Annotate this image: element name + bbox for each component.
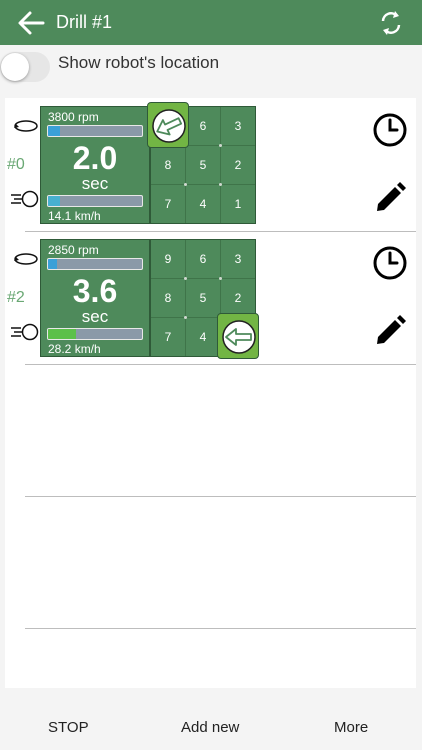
- interval-unit: sec: [81, 174, 109, 193]
- grid-dot: [219, 144, 222, 147]
- drill-row[interactable]: #2 2850 rpm 3.6 sec 28.2 km/h 96385274: [5, 231, 416, 363]
- grid-cell[interactable]: 1: [221, 185, 255, 223]
- shot-target-marker[interactable]: [147, 102, 189, 148]
- back-arrow-icon[interactable]: [16, 8, 46, 38]
- grid-dot: [184, 183, 187, 186]
- add-new-button[interactable]: Add new: [181, 719, 239, 736]
- interval-value: 2.0: [72, 140, 118, 176]
- grid-dot: [219, 183, 222, 186]
- grid-cell[interactable]: 4: [186, 185, 220, 223]
- grid-dot: [184, 277, 187, 280]
- spin-icon: [14, 120, 38, 132]
- speed-value: 28.2 km/h: [48, 342, 101, 356]
- drill-card[interactable]: 3800 rpm 2.0 sec 14.1 km/h: [40, 106, 150, 224]
- row-divider: [25, 364, 416, 365]
- grid-cell[interactable]: 2: [221, 146, 255, 184]
- rpm-bar: [47, 125, 143, 137]
- toggle-knob: [1, 53, 29, 81]
- grid-dot: [219, 277, 222, 280]
- grid-cell[interactable]: 3: [221, 107, 255, 145]
- grid-cell[interactable]: 9: [151, 240, 185, 278]
- grid-cell[interactable]: 5: [186, 146, 220, 184]
- show-location-toggle[interactable]: [0, 52, 50, 82]
- grid-cell[interactable]: 2: [221, 279, 255, 317]
- grid-cell[interactable]: 6: [186, 107, 220, 145]
- show-location-row: Show robot's location: [0, 47, 422, 87]
- rpm-value: 3800 rpm: [48, 110, 99, 124]
- drill-id: #0: [7, 156, 25, 173]
- interval-unit: sec: [81, 307, 109, 326]
- target-grid[interactable]: 96385274: [150, 239, 259, 359]
- target-grid[interactable]: 63852741: [147, 102, 256, 224]
- grid-cell[interactable]: 3: [221, 240, 255, 278]
- row-divider: [25, 628, 416, 629]
- grid-cell[interactable]: 4: [186, 318, 220, 356]
- drill-list: #0 3800 rpm 2.0 sec 14.1 km/h 63852741 #…: [5, 98, 416, 688]
- edit-pencil-icon[interactable]: [374, 182, 406, 214]
- stop-button[interactable]: STOP: [48, 719, 89, 736]
- shot-target-marker[interactable]: [217, 313, 259, 359]
- drill-card[interactable]: 2850 rpm 3.6 sec 28.2 km/h: [40, 239, 150, 357]
- ball-speed-icon: [11, 323, 39, 341]
- speed-bar: [47, 195, 143, 207]
- arrow-left-icon: [152, 109, 186, 143]
- grid-cell[interactable]: 7: [151, 318, 185, 356]
- grid-cell[interactable]: 5: [186, 279, 220, 317]
- rpm-value: 2850 rpm: [48, 243, 99, 257]
- grid-cell[interactable]: 8: [151, 146, 185, 184]
- grid-cell[interactable]: 7: [151, 185, 185, 223]
- drill-id: #2: [7, 289, 25, 306]
- ball-speed-icon: [11, 190, 39, 208]
- speed-value: 14.1 km/h: [48, 209, 101, 223]
- grid-dot: [184, 316, 187, 319]
- drill-row[interactable]: #0 3800 rpm 2.0 sec 14.1 km/h 63852741: [5, 98, 416, 230]
- app-bar: Drill #1: [0, 0, 422, 45]
- page-title: Drill #1: [56, 12, 113, 32]
- more-button[interactable]: More: [334, 719, 368, 736]
- arrow-left-icon: [222, 320, 256, 354]
- refresh-icon[interactable]: [376, 8, 406, 38]
- rpm-bar: [47, 258, 143, 270]
- clock-icon[interactable]: [372, 112, 408, 148]
- interval-value: 3.6: [72, 273, 118, 309]
- clock-icon[interactable]: [372, 245, 408, 281]
- show-location-label: Show robot's location: [58, 53, 220, 72]
- bottom-toolbar: STOP Add new More: [0, 705, 422, 750]
- edit-pencil-icon[interactable]: [374, 315, 406, 347]
- spin-icon: [14, 253, 38, 265]
- row-divider: [25, 496, 416, 497]
- grid-cell[interactable]: 8: [151, 279, 185, 317]
- grid-cell[interactable]: 6: [186, 240, 220, 278]
- speed-bar: [47, 328, 143, 340]
